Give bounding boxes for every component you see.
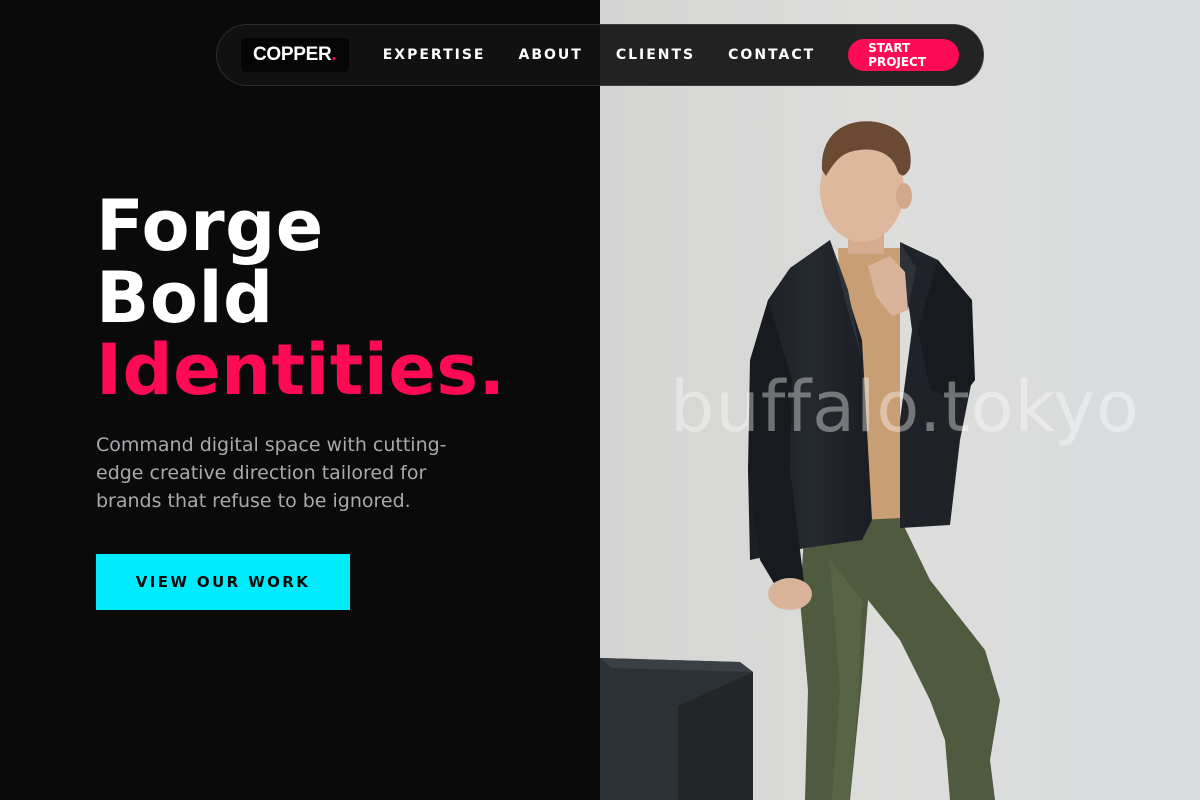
top-navigation: COPPER. EXPERTISE ABOUT CLIENTS CONTACT …: [216, 24, 984, 86]
logo-text: COPPER: [253, 44, 332, 65]
watermark-text: buffalo.tokyo: [670, 366, 1140, 448]
hero-title-line-2: Bold: [96, 257, 274, 339]
nav-link-expertise[interactable]: EXPERTISE: [383, 47, 486, 63]
hero-title: Forge Bold Identities.: [96, 190, 506, 406]
logo-dot: .: [331, 44, 337, 65]
view-our-work-button[interactable]: VIEW OUR WORK: [96, 554, 350, 610]
nav-link-about[interactable]: ABOUT: [518, 47, 582, 63]
hero-description: Command digital space with cutting-edge …: [96, 434, 447, 512]
start-project-button[interactable]: START PROJECT: [848, 39, 959, 71]
nav-link-contact[interactable]: CONTACT: [728, 47, 815, 63]
hero-title-line-3: Identities.: [96, 329, 506, 411]
page: buffalo.tokyo COPPER. EXPERTISE ABOUT CL…: [0, 0, 1200, 800]
nav-link-clients[interactable]: CLIENTS: [616, 47, 695, 63]
logo[interactable]: COPPER.: [241, 38, 349, 72]
hero-title-line-1: Forge: [96, 185, 324, 267]
